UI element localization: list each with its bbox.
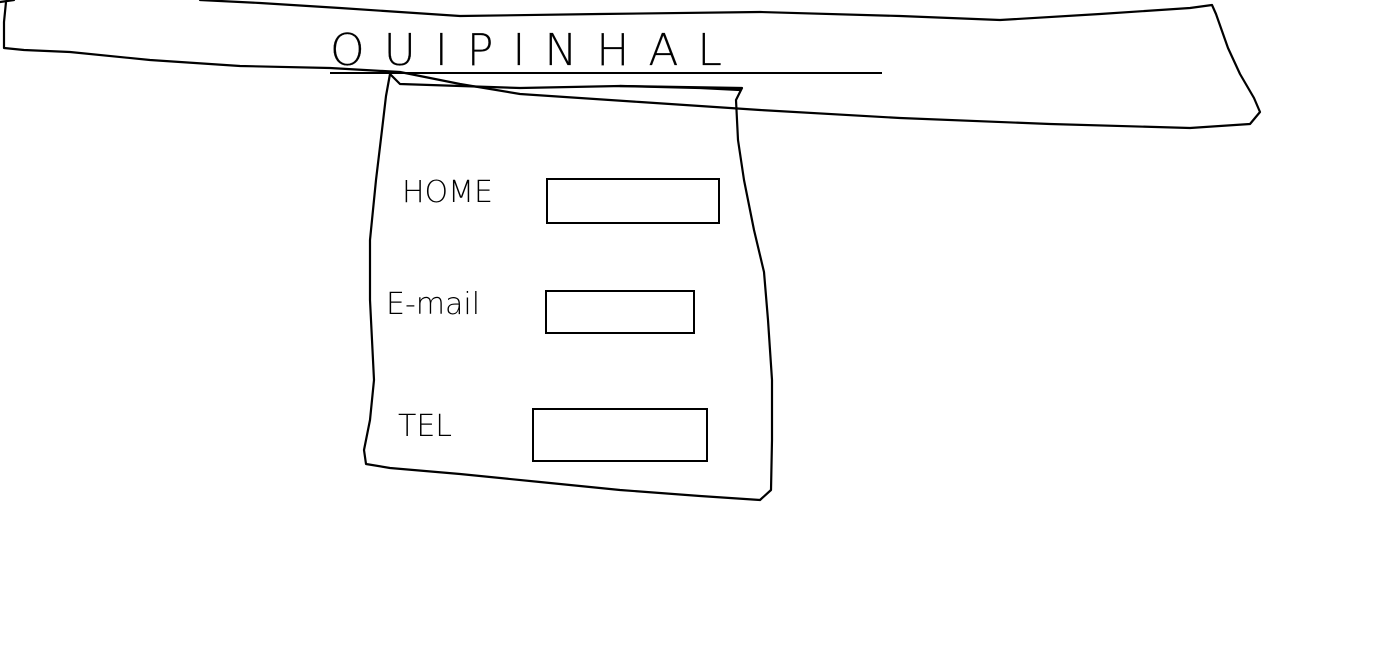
tel-label: TEL [398, 409, 452, 444]
home-input[interactable] [546, 178, 720, 224]
app-title: OUIPINHAL [330, 25, 741, 76]
app-title-underline [330, 72, 882, 74]
email-input[interactable] [545, 290, 695, 334]
home-label: HOME [402, 175, 494, 210]
email-label: E-mail [386, 287, 481, 322]
tel-input[interactable] [532, 408, 708, 462]
